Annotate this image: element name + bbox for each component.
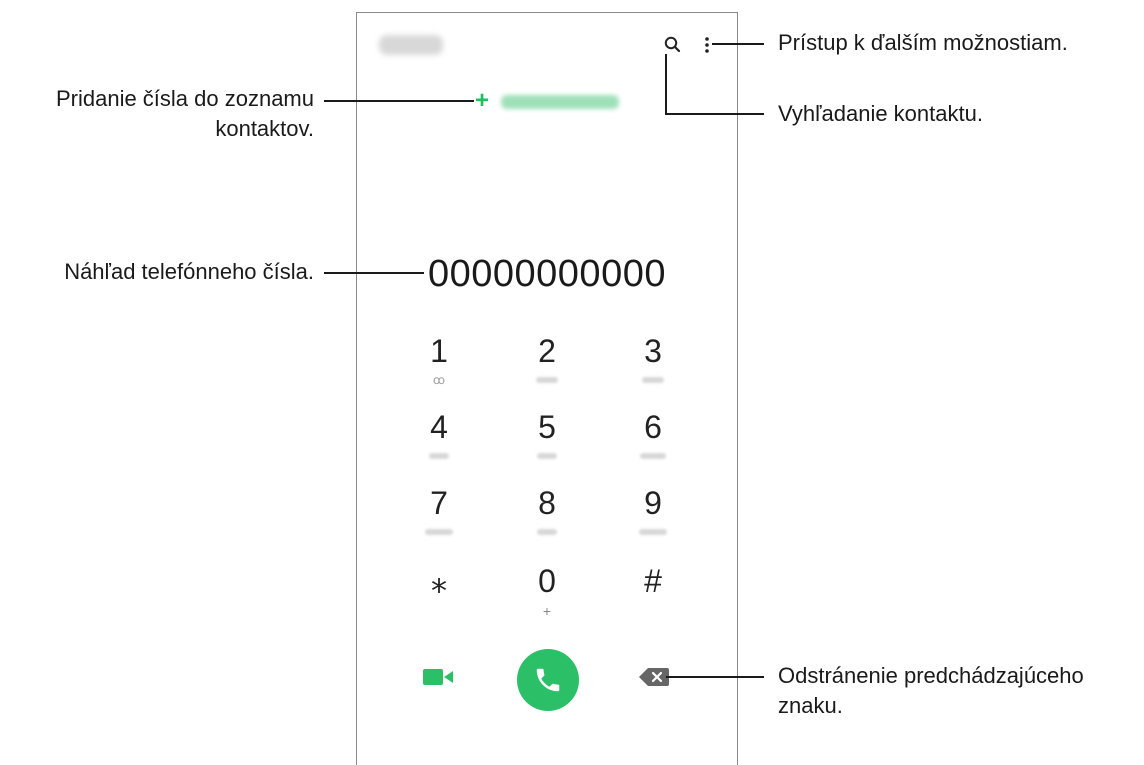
backspace-icon[interactable] [639, 668, 669, 686]
key-digit: 1 [430, 333, 448, 369]
key-star[interactable]: ⁎ [379, 563, 499, 599]
key-letters-blurred [537, 453, 557, 459]
callout-line-number-preview [324, 272, 424, 274]
callout-more-options: Prístup k ďalším možnostiam. [778, 30, 1068, 55]
key-digit: 7 [430, 485, 448, 521]
key-letters-blurred [536, 377, 558, 383]
key-letters-blurred [639, 529, 667, 535]
key-4[interactable]: 4 [379, 409, 499, 459]
key-7[interactable]: 7 [379, 485, 499, 535]
key-6[interactable]: 6 [593, 409, 713, 459]
key-letters-blurred [640, 453, 666, 459]
video-call-icon[interactable] [423, 667, 453, 687]
call-button[interactable] [517, 649, 579, 711]
key-letters-blurred [429, 453, 449, 459]
search-icon[interactable] [662, 34, 684, 56]
add-to-contacts-label-blurred[interactable] [501, 95, 619, 109]
add-to-contacts-plus[interactable]: + [475, 89, 489, 113]
key-digit: # [644, 563, 662, 599]
key-digit: 3 [644, 333, 662, 369]
key-letters-blurred [537, 529, 557, 535]
callout-search: Vyhľadanie kontaktu. [778, 101, 983, 126]
key-digit: 0 [538, 563, 556, 599]
key-3[interactable]: 3 [593, 333, 713, 383]
callout-line-delete [666, 676, 764, 678]
voicemail-icon: ꝏ [432, 373, 446, 387]
callout-line-more-options [712, 43, 764, 45]
key-letters-blurred [642, 377, 664, 383]
callout-delete-line2: znaku. [778, 693, 843, 718]
callout-line-search-horizontal [665, 113, 764, 115]
key-letters-blurred [425, 529, 453, 535]
key-digit: 9 [644, 485, 662, 521]
callout-add-number-line1: Pridanie čísla do zoznamu [55, 86, 314, 111]
key-9[interactable]: 9 [593, 485, 713, 535]
call-icon [536, 668, 560, 692]
key-digit: 2 [538, 333, 556, 369]
key-0-plus: + [542, 603, 552, 619]
key-1[interactable]: 1 ꝏ [379, 333, 499, 387]
key-digit: 6 [644, 409, 662, 445]
key-digit: 4 [430, 409, 448, 445]
number-preview: 00000000000 [428, 253, 666, 295]
key-8[interactable]: 8 [487, 485, 607, 535]
callout-line-search-vertical [665, 54, 667, 114]
more-options-icon[interactable] [701, 34, 713, 56]
key-5[interactable]: 5 [487, 409, 607, 459]
callout-delete-line1: Odstránenie predchádzajúceho [778, 663, 1084, 688]
callout-line-add-number [324, 100, 474, 102]
callout-number-preview: Náhľad telefónneho čísla. [64, 259, 314, 284]
callout-add-number-line2: kontaktov. [215, 116, 314, 141]
key-digit: ⁎ [431, 563, 447, 599]
phone-screen: + 00000000000 1 ꝏ 2 3 4 5 6 7 8 9 ⁎ 0 + … [356, 12, 738, 765]
key-0[interactable]: 0 + [487, 563, 607, 619]
key-digit: 5 [538, 409, 556, 445]
app-title-blurred [379, 35, 443, 55]
key-digit: 8 [538, 485, 556, 521]
key-hash[interactable]: # [593, 563, 713, 599]
key-2[interactable]: 2 [487, 333, 607, 383]
